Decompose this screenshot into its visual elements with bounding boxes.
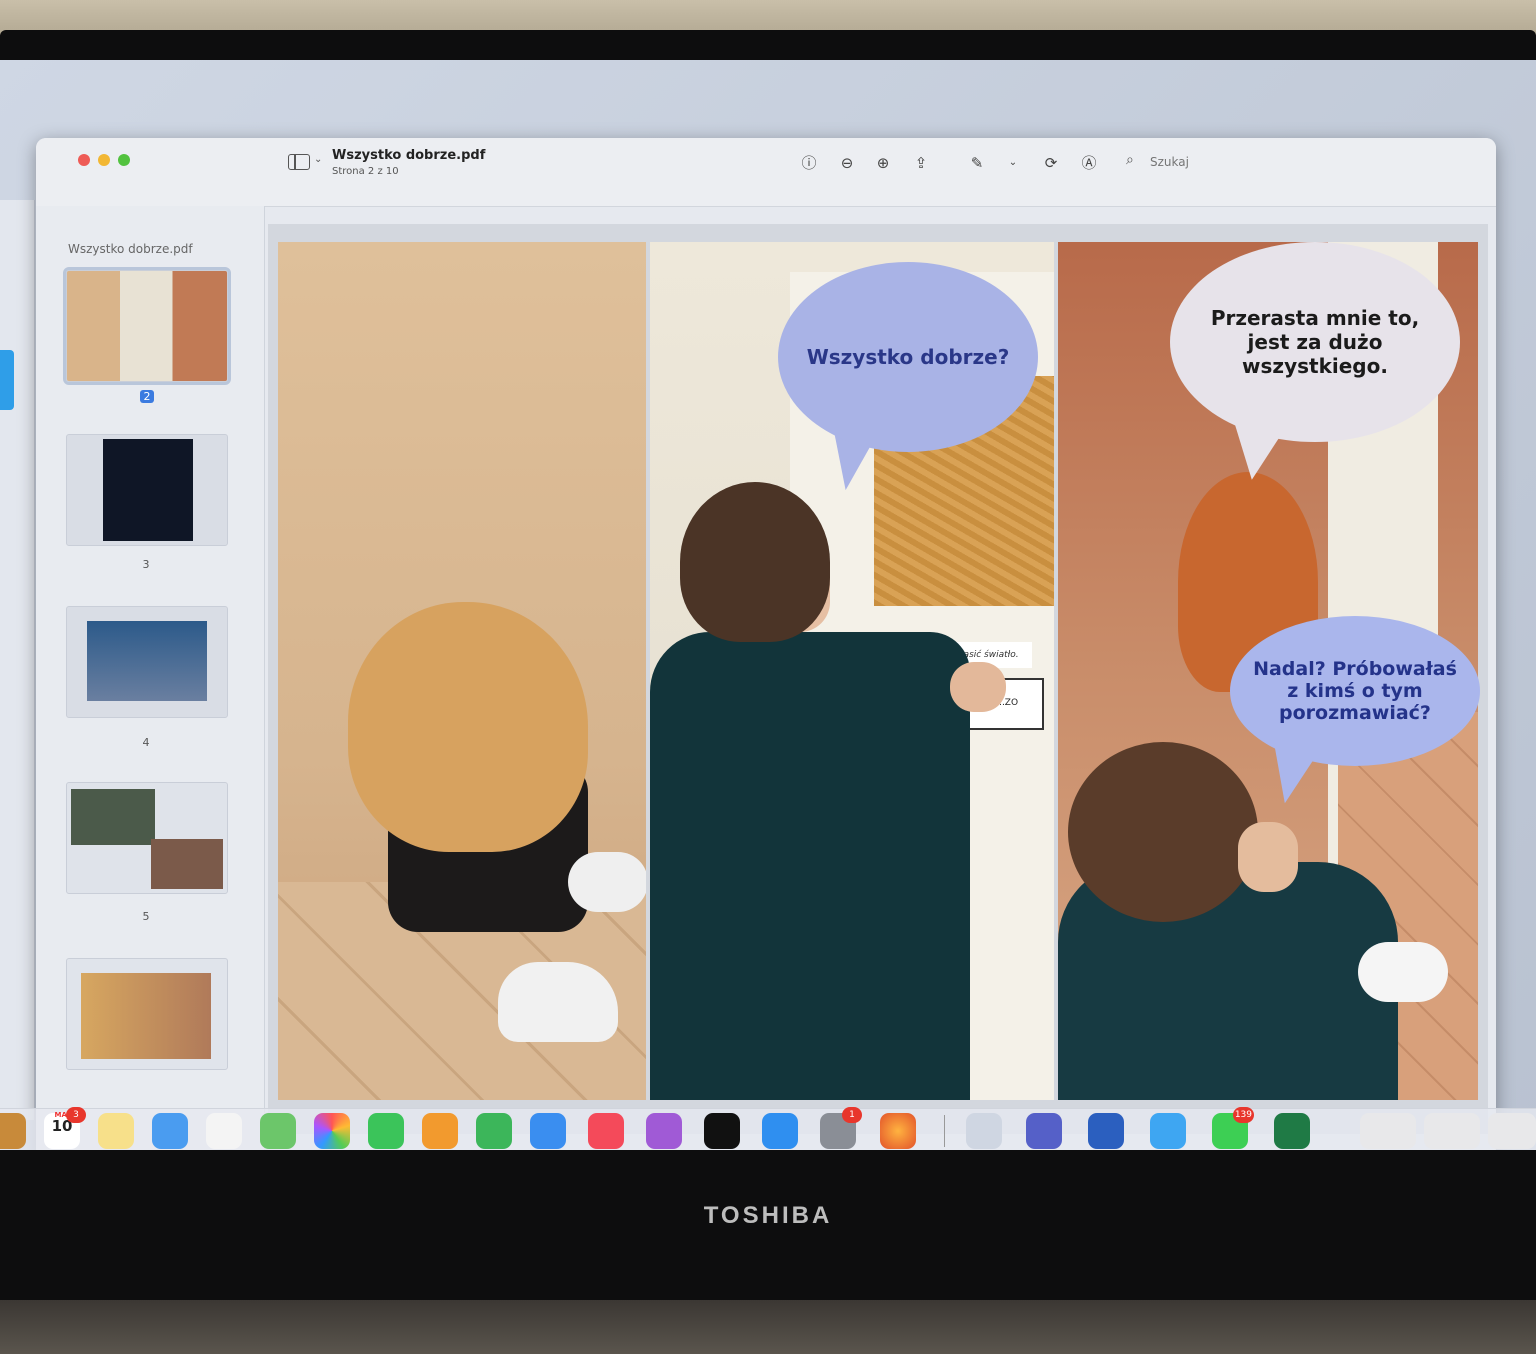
markup-chevron-icon[interactable]: ⌄ — [1002, 152, 1024, 174]
page-number-4: 4 — [142, 736, 150, 749]
preview-window: ⌄ Wszystko dobrze.pdf Strona 2 z 10 ⓘ ⊖ … — [36, 138, 1496, 1150]
recent-document-thumbnail[interactable] — [1360, 1113, 1416, 1149]
recent-document-thumbnail[interactable] — [1488, 1113, 1536, 1149]
boy-hair — [680, 482, 830, 642]
sneaker — [1358, 942, 1448, 1002]
document-title: Wszystko dobrze.pdf — [332, 148, 486, 163]
boy-sitting-hand — [1238, 822, 1298, 892]
messages-icon[interactable]: 139 — [1212, 1107, 1254, 1149]
thumbnail-page-6[interactable] — [66, 958, 228, 1070]
desk-surface — [0, 1300, 1536, 1354]
thumbnail-photo — [81, 973, 211, 1059]
annotate-icon[interactable]: Ⓐ — [1078, 152, 1100, 174]
thumbnail-photo — [87, 621, 207, 701]
system-settings-icon[interactable]: 1 — [820, 1107, 862, 1149]
music-icon[interactable] — [588, 1113, 624, 1149]
thumbnail-page-3[interactable] — [66, 434, 228, 546]
excel-icon[interactable] — [1274, 1113, 1310, 1149]
dock-separator — [944, 1115, 945, 1147]
pages-icon[interactable] — [422, 1113, 458, 1149]
figure-hoodie — [348, 602, 588, 852]
markup-pen-icon[interactable]: ✎ — [966, 152, 988, 174]
preview-icon[interactable] — [966, 1113, 1002, 1149]
app-store-icon[interactable] — [762, 1113, 798, 1149]
finder-icon[interactable] — [0, 1113, 26, 1149]
speech-bubble-answer: Przerasta mnie to, jest za dużo wszystki… — [1170, 242, 1460, 442]
speech-bubble-followup: Nadal? Próbowałaś z kimś o tym porozmawi… — [1230, 616, 1480, 766]
thumbnail-photo — [151, 839, 223, 889]
safari-icon[interactable] — [1150, 1113, 1186, 1149]
rotate-icon[interactable]: ⟳ — [1040, 152, 1062, 174]
sidebar-title: Wszystko dobrze.pdf — [68, 242, 193, 256]
numbers-icon[interactable] — [476, 1113, 512, 1149]
settings-badge: 1 — [842, 1107, 862, 1123]
recent-document-thumbnail[interactable] — [1424, 1113, 1480, 1149]
maps-icon[interactable] — [260, 1113, 296, 1149]
search-input[interactable] — [1148, 152, 1312, 172]
thumbnail-page-5[interactable] — [66, 782, 228, 894]
page-number-5: 5 — [142, 910, 150, 923]
speech-bubble-followup-text: Nadal? Próbowałaś z kimś o tym porozmawi… — [1253, 658, 1457, 724]
thumbnail-chat-image — [103, 439, 193, 541]
search-icon: ⌕ — [1126, 152, 1134, 168]
teams-icon[interactable] — [1026, 1113, 1062, 1149]
slide-page: Proszę gasić światło. DO T... ...ODZIMY … — [268, 224, 1488, 1134]
share-icon[interactable]: ⇪ — [910, 152, 932, 174]
podcasts-icon[interactable] — [646, 1113, 682, 1149]
word-icon[interactable] — [1088, 1113, 1124, 1149]
search-field[interactable]: ⌕ — [1126, 150, 1326, 174]
mail-icon[interactable] — [152, 1113, 188, 1149]
background-window — [0, 200, 35, 1120]
page-number-2: 2 — [140, 390, 154, 403]
thumbnail-page-2[interactable] — [63, 267, 231, 385]
zoom-in-icon[interactable]: ⊕ — [872, 152, 894, 174]
thumbnail-sidebar: Wszystko dobrze.pdf 2 3 4 5 — [36, 206, 265, 1150]
screen: ⌄ Wszystko dobrze.pdf Strona 2 z 10 ⓘ ⊖ … — [0, 60, 1536, 1150]
monitor-brand-logo: TOSHIBA — [703, 1202, 833, 1229]
messages-badge: 139 — [1232, 1107, 1254, 1123]
calendar-badge: 3 — [66, 1107, 86, 1123]
dock: MAJ 10 3 1 139 — [0, 1107, 1536, 1150]
boy-sitting-hair — [1068, 742, 1258, 922]
photo-panel-crouching — [278, 242, 646, 1100]
reminders-icon[interactable] — [206, 1113, 242, 1149]
firefox-icon[interactable] — [880, 1113, 916, 1149]
figure-shoe — [498, 962, 618, 1042]
close-button[interactable] — [78, 154, 90, 166]
page-number-3: 3 — [142, 558, 150, 571]
apple-tv-icon[interactable] — [704, 1113, 740, 1149]
boy-hand — [950, 662, 1006, 712]
speech-bubble-answer-text: Przerasta mnie to, jest za dużo wszystki… — [1210, 306, 1420, 378]
page-indicator: Strona 2 z 10 — [332, 166, 399, 177]
photos-icon[interactable] — [314, 1113, 350, 1149]
keynote-icon[interactable] — [530, 1113, 566, 1149]
calendar-icon[interactable]: MAJ 10 3 — [44, 1107, 86, 1149]
notes-icon[interactable] — [98, 1113, 134, 1149]
sidebar-toggle-icon[interactable] — [288, 154, 310, 170]
minimize-button[interactable] — [98, 154, 110, 166]
thumbnail-photo — [71, 789, 155, 845]
zoom-out-icon[interactable]: ⊖ — [836, 152, 858, 174]
figure-shoe — [568, 852, 646, 912]
titlebar: ⌄ Wszystko dobrze.pdf Strona 2 z 10 ⓘ ⊖ … — [36, 138, 1496, 207]
zoom-button[interactable] — [118, 154, 130, 166]
background-app-tile — [0, 350, 14, 410]
facetime-icon[interactable] — [368, 1113, 404, 1149]
info-icon[interactable]: ⓘ — [798, 152, 820, 174]
speech-bubble-question: Wszystko dobrze? — [778, 262, 1038, 452]
boy-hoodie — [650, 632, 970, 1100]
chevron-down-icon[interactable]: ⌄ — [314, 154, 322, 165]
thumbnail-page-4[interactable] — [66, 606, 228, 718]
